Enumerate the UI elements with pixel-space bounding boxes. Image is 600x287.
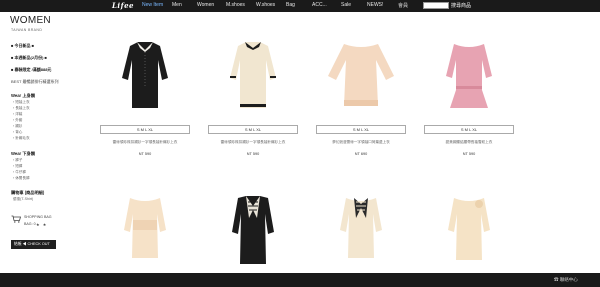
- bag-stars: ★ ★: [36, 222, 48, 227]
- cream-bow-top-icon[interactable]: [316, 194, 406, 270]
- sidebar-tops-heading[interactable]: Wear 上身類: [11, 93, 35, 99]
- size-selector[interactable]: S M L XL: [100, 125, 190, 134]
- product-name[interactable]: 夢幻浪漫蕾絲一字領袖口荷葉邊上衣: [316, 140, 406, 145]
- sidebar-item-knit[interactable]: › 針織毛衣: [13, 136, 30, 141]
- nav-news[interactable]: NEWS!: [367, 2, 383, 8]
- sidebar-item-shorts[interactable]: › 短褲: [13, 164, 22, 169]
- sidebar-cart-heading[interactable]: 購物車 (商品明細): [11, 190, 44, 196]
- contact-center-link[interactable]: ☎ 聯絡中心: [554, 277, 578, 283]
- sidebar-best-sellers[interactable]: BEST 最暢銷排行精選系列: [11, 79, 59, 85]
- black-bow-dress-icon[interactable]: [208, 194, 298, 270]
- product-name[interactable]: 雷絲領珍珠扣襯衫一字領長袖針織衫上衣: [100, 140, 190, 145]
- cream-lace-top-icon[interactable]: [100, 194, 190, 270]
- page-subtitle: TAIWAN BRAND: [11, 28, 43, 32]
- cream-ruffle-top-icon[interactable]: [424, 194, 514, 270]
- sidebar-item-jeans[interactable]: › 牛仔褲: [13, 170, 26, 175]
- size-selector[interactable]: S M L XL: [424, 125, 514, 134]
- sidebar-today-new[interactable]: ■ 今日新品 ■: [11, 43, 34, 49]
- product-name[interactable]: 甜美蝴蝶結腰帶長袖雪紡上衣: [424, 140, 514, 145]
- footer-bar: ☎ 聯絡中心: [0, 273, 600, 287]
- sidebar-bottoms-heading[interactable]: Wear 下身類: [11, 151, 35, 157]
- size-selector[interactable]: S M L XL: [316, 125, 406, 134]
- sidebar-item-tshirt[interactable]: 優惠(T-Shirt): [13, 197, 33, 202]
- sidebar-week-new[interactable]: ■ 本週新品(2月份) ■: [11, 55, 47, 61]
- sidebar-item-short-sleeve[interactable]: › 短袖上衣: [13, 100, 30, 105]
- size-selector[interactable]: S M L XL: [208, 125, 298, 134]
- top-nav-bar: Lifee New Item Men Women M.shoes W.shoes…: [0, 0, 600, 12]
- peach-top-icon[interactable]: [316, 38, 406, 114]
- nav-sale[interactable]: Sale: [341, 2, 351, 8]
- product-price: NT 590: [462, 152, 476, 156]
- shopping-cart-icon[interactable]: [11, 215, 21, 223]
- sidebar-item-jacket[interactable]: › 外套: [13, 118, 22, 123]
- nav-acc[interactable]: ACC...: [312, 2, 327, 8]
- nav-bag[interactable]: Bag: [286, 2, 295, 8]
- nav-men[interactable]: Men: [172, 2, 182, 8]
- search-input[interactable]: [423, 2, 449, 9]
- shopping-bag-label: SHOPPING BAG: [24, 215, 52, 219]
- cream-blouse-icon[interactable]: [208, 38, 298, 114]
- sidebar-item-pants[interactable]: › 褲子: [13, 158, 22, 163]
- sidebar-item-long-sleeve[interactable]: › 長袖上衣: [13, 106, 30, 111]
- bag-count: BAG: 0: [24, 222, 36, 226]
- page-title: WOMEN: [10, 15, 51, 26]
- member-link[interactable]: 會員: [398, 2, 408, 9]
- product-price: NT 690: [354, 152, 368, 156]
- search-button[interactable]: 搜尋商品: [451, 2, 471, 9]
- nav-w-shoes[interactable]: W.shoes: [256, 2, 275, 8]
- checkout-button[interactable]: 結帳 ◀ CHECK OUT: [11, 240, 56, 249]
- product-price: NT 590: [138, 152, 152, 156]
- sidebar-item-casual-pants[interactable]: › 休閒長褲: [13, 176, 30, 181]
- product-price: NT 590: [246, 152, 260, 156]
- nav-new-item[interactable]: New Item: [142, 2, 163, 8]
- sidebar-item-shirt[interactable]: › 襯衫: [13, 124, 22, 129]
- product-name[interactable]: 雷絲領珍珠扣襯衫一字領長袖針織衫上衣: [208, 140, 298, 145]
- sidebar-spring-limited[interactable]: ■ 春裝限定 /滿額888元: [11, 67, 51, 73]
- pink-top-icon[interactable]: [424, 38, 514, 114]
- sidebar-item-vest[interactable]: › 背心: [13, 130, 22, 135]
- nav-m-shoes[interactable]: M.shoes: [226, 2, 245, 8]
- black-blouse-icon[interactable]: [100, 38, 190, 114]
- nav-women[interactable]: Women: [197, 2, 214, 8]
- sidebar-item-dress[interactable]: › 洋裝: [13, 112, 22, 117]
- brand-logo[interactable]: Lifee: [112, 1, 134, 10]
